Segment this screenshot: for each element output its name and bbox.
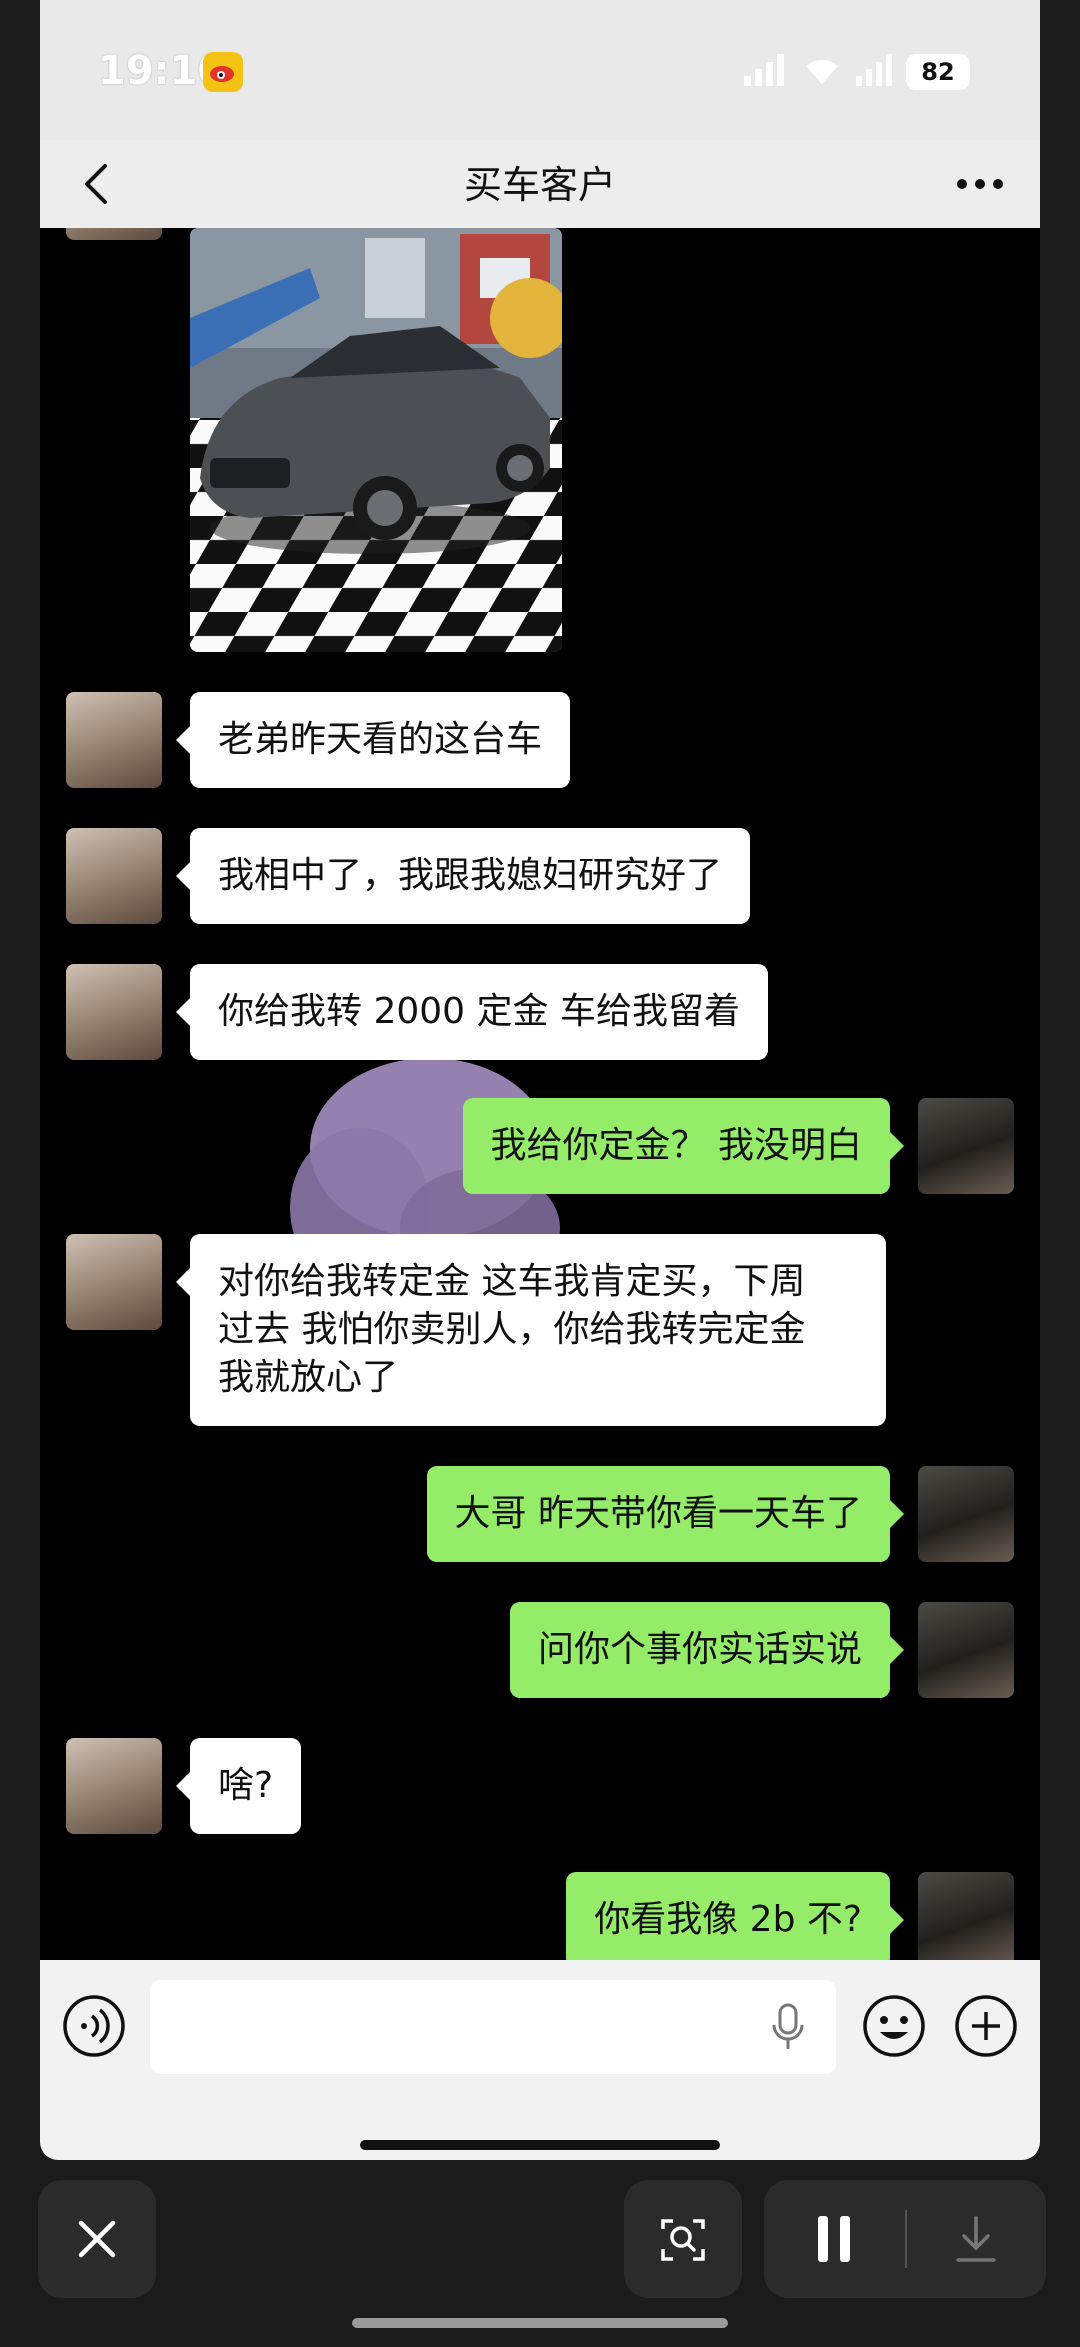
chat-history[interactable]: 老弟昨天看的这台车 我相中了，我跟我媳妇研究好了 你给我转 2000 定金 车给… <box>40 228 1040 1960</box>
outgoing-message[interactable]: 问你个事你实话实说 <box>509 1602 905 1698</box>
my-avatar[interactable] <box>918 1466 1014 1562</box>
car-photo-image <box>190 228 562 652</box>
message-text: 大哥 昨天带你看一天车了 <box>454 1493 862 1534</box>
incoming-message[interactable]: 我相中了，我跟我媳妇研究好了 <box>175 828 751 924</box>
message-text-line: 对你给我转定金 这车我肯定买，下周 <box>218 1261 806 1302</box>
message-text: 老弟昨天看的这台车 <box>218 719 543 760</box>
battery-indicator: 82 <box>906 54 970 90</box>
more-dots-icon <box>957 179 1003 189</box>
contact-avatar[interactable] <box>66 228 162 240</box>
status-icons: 82 <box>744 54 970 90</box>
voice-button[interactable] <box>62 1994 126 2058</box>
incoming-message[interactable]: 啥? <box>175 1738 302 1834</box>
message-text: 我相中了，我跟我媳妇研究好了 <box>218 855 723 896</box>
message-text: 问你个事你实话实说 <box>537 1629 862 1670</box>
status-bar: 19:10 82 <box>40 0 1040 140</box>
emoji-button[interactable] <box>862 1994 926 2058</box>
download-button[interactable] <box>906 2180 1046 2298</box>
message-text: 我给你定金？ 我没明白 <box>490 1125 862 1166</box>
chat-header: 买车客户 <box>40 140 1040 228</box>
chat-input-bar <box>40 1960 1040 2160</box>
plus-button[interactable] <box>954 1994 1018 2058</box>
emoji-icon <box>863 1995 925 2057</box>
message-text: 你看我像 2b 不? <box>594 1899 862 1940</box>
mic-button[interactable] <box>756 1995 820 2059</box>
message-text-line: 过去 我怕你卖别人，你给我转完定金 <box>218 1309 806 1350</box>
outgoing-message[interactable]: 大哥 昨天带你看一天车了 <box>426 1466 905 1562</box>
mic-icon <box>772 2003 804 2049</box>
message-text: 你给我转 2000 定金 车给我留着 <box>218 991 740 1032</box>
car-photo-message[interactable] <box>190 228 562 652</box>
signal-icon-2 <box>856 54 892 90</box>
close-icon <box>78 2220 116 2258</box>
contact-avatar[interactable] <box>66 828 162 924</box>
screen-recording-view: 19:10 82 买车客户 老弟昨天看的这台车 我相中了，我跟我媳妇研究好了 你… <box>0 0 1080 2347</box>
screen-scan-button[interactable] <box>624 2180 742 2298</box>
plus-icon <box>955 1995 1017 2057</box>
download-icon <box>956 2216 996 2262</box>
my-avatar[interactable] <box>918 1098 1014 1194</box>
incoming-message[interactable]: 老弟昨天看的这台车 <box>175 692 571 788</box>
message-text: 啥? <box>218 1765 274 1806</box>
contact-avatar[interactable] <box>66 964 162 1060</box>
voice-icon <box>63 1995 125 2057</box>
close-recording-button[interactable] <box>38 2180 156 2298</box>
outgoing-message[interactable]: 我给你定金？ 我没明白 <box>462 1098 905 1194</box>
incoming-message[interactable]: 你给我转 2000 定金 车给我留着 <box>176 964 768 1060</box>
pause-button[interactable] <box>764 2180 904 2298</box>
phone-screen: 19:10 82 买车客户 老弟昨天看的这台车 我相中了，我跟我媳妇研究好了 你… <box>40 0 1040 2160</box>
contact-avatar[interactable] <box>66 1738 162 1834</box>
pause-icon <box>818 2216 850 2262</box>
contact-avatar[interactable] <box>66 1234 162 1330</box>
screen-scan-icon <box>661 2219 705 2261</box>
my-avatar[interactable] <box>918 1872 1014 1960</box>
more-button[interactable] <box>950 156 1010 212</box>
message-text-line: 我就放心了 <box>218 1357 399 1398</box>
incoming-message[interactable]: 对你给我转定金 这车我肯定买，下周 过去 我怕你卖别人，你给我转完定金 我就放心… <box>176 1234 886 1426</box>
my-avatar[interactable] <box>918 1602 1014 1698</box>
message-input[interactable] <box>150 1980 836 2074</box>
home-indicator[interactable] <box>360 2140 720 2150</box>
system-home-indicator[interactable] <box>352 2318 728 2328</box>
contact-avatar[interactable] <box>66 692 162 788</box>
signal-icon <box>744 54 788 90</box>
recording-controls <box>764 2180 1046 2298</box>
wifi-icon <box>802 54 842 90</box>
chat-title: 买车客户 <box>463 163 616 207</box>
outgoing-message[interactable]: 你看我像 2b 不? <box>566 1872 904 1960</box>
weibo-icon <box>203 52 243 92</box>
